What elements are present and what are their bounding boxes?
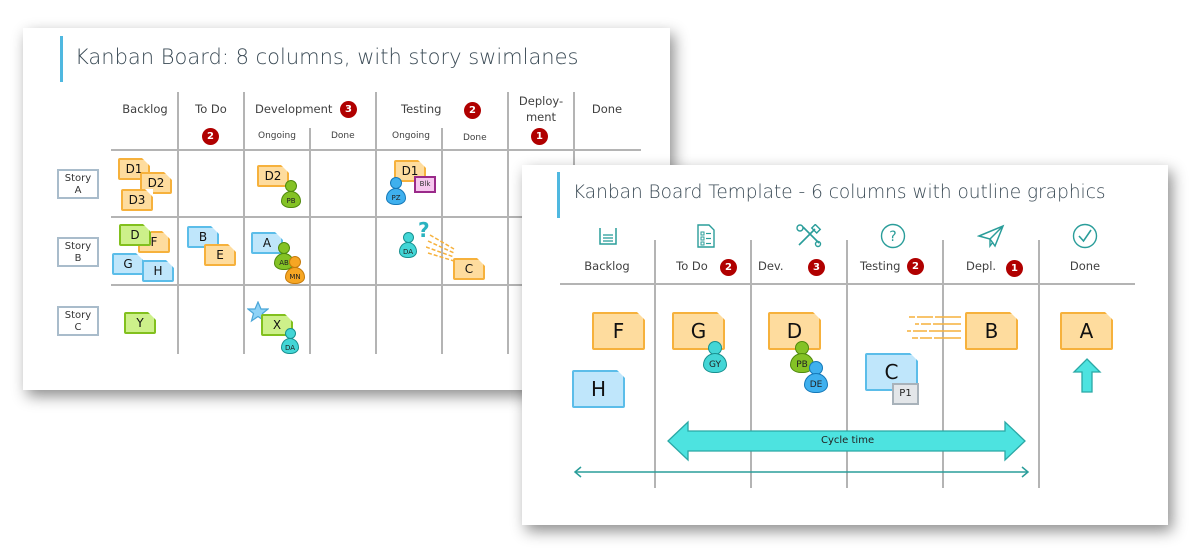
- subcolumn-done: Done: [331, 131, 355, 141]
- story-label: Story: [64, 173, 92, 184]
- column-header-deployment-line2: ment: [525, 110, 557, 124]
- owner-avatar: DE: [804, 361, 828, 393]
- checkmark-circle-icon: [1072, 223, 1098, 249]
- owner-avatar: GY: [703, 341, 727, 373]
- wip-limit-badge: 1: [1006, 260, 1023, 277]
- column-header-depl: Depl.: [966, 259, 997, 273]
- owner-avatar: DA: [399, 232, 417, 258]
- task-card[interactable]: H: [572, 370, 625, 408]
- swimlane-story-b[interactable]: Story B: [57, 237, 99, 267]
- column-header-done: Done: [591, 102, 623, 116]
- story-id: B: [74, 253, 82, 264]
- task-card[interactable]: Y: [124, 312, 156, 334]
- wip-limit-badge: 3: [808, 259, 825, 276]
- speed-lines-icon: [907, 316, 961, 339]
- column-divider: [507, 92, 509, 354]
- story-id: C: [74, 322, 82, 333]
- column-header-testing: Testing: [860, 259, 901, 273]
- column-divider: [243, 92, 245, 354]
- basket-icon: [599, 228, 617, 245]
- slide-title: Kanban Board: 8 columns, with story swim…: [75, 45, 579, 69]
- wip-limit-badge: 3: [340, 101, 357, 118]
- task-card[interactable]: D: [119, 224, 151, 246]
- subcolumn-ongoing: Ongoing: [258, 131, 296, 141]
- swimlane-story-a[interactable]: Story A: [57, 169, 99, 199]
- column-header-todo: To Do: [676, 259, 708, 273]
- subcolumn-ongoing: Ongoing: [392, 131, 430, 141]
- header-divider: [560, 283, 1135, 285]
- column-header-development: Development: [255, 102, 333, 116]
- story-label: Story: [64, 310, 92, 321]
- column-divider: [375, 92, 377, 354]
- svg-text:?: ?: [889, 229, 896, 245]
- task-card[interactable]: B: [965, 312, 1018, 350]
- wip-limit-badge: 2: [907, 258, 924, 275]
- owner-avatar: PB: [281, 180, 301, 208]
- lead-time-arrow: [573, 466, 1030, 478]
- task-card[interactable]: E: [204, 244, 236, 266]
- wip-limit-badge: 2: [464, 102, 481, 119]
- task-card[interactable]: F: [592, 312, 645, 350]
- owner-avatar: MN: [285, 256, 305, 284]
- task-card[interactable]: H: [142, 260, 174, 282]
- column-divider: [1038, 240, 1040, 488]
- task-card[interactable]: C: [453, 258, 485, 280]
- column-header-deployment-line1: Deploy-: [518, 94, 564, 108]
- swimlane-story-c[interactable]: Story C: [57, 306, 99, 336]
- column-header-backlog: Backlog: [122, 102, 168, 116]
- checklist-icon: [697, 224, 715, 248]
- column-divider: [309, 128, 311, 354]
- column-divider: [177, 92, 179, 354]
- column-header-todo: To Do: [195, 102, 227, 116]
- title-accent-bar: [557, 172, 560, 218]
- wip-limit-badge: 2: [720, 259, 737, 276]
- story-label: Story: [64, 241, 92, 252]
- owner-avatar: PZ: [386, 177, 406, 205]
- slide-title: Kanban Board Template - 6 columns with o…: [573, 182, 1106, 203]
- speed-lines-icon: [426, 234, 455, 262]
- column-divider: [654, 240, 656, 488]
- slide-kanban-6-columns: Kanban Board Template - 6 columns with o…: [522, 165, 1168, 525]
- cycle-time-label: Cycle time: [821, 435, 875, 446]
- owner-avatar: DA: [281, 328, 299, 354]
- paper-plane-icon: [977, 224, 1005, 248]
- wip-limit-badge: 2: [202, 128, 219, 145]
- blocker-tag: Blk: [414, 176, 436, 193]
- subcolumn-done: Done: [463, 133, 487, 143]
- story-id: A: [74, 185, 82, 196]
- up-arrow-icon: [1072, 358, 1102, 393]
- column-header-testing: Testing: [401, 102, 442, 116]
- header-divider: [111, 149, 641, 151]
- column-header-done: Done: [1069, 259, 1101, 273]
- question-icon: ?: [880, 223, 906, 249]
- task-card[interactable]: A: [1060, 312, 1113, 350]
- task-card[interactable]: G: [112, 253, 144, 275]
- column-header-backlog: Backlog: [584, 259, 630, 273]
- column-header-dev: Dev.: [758, 259, 784, 273]
- task-card[interactable]: D3: [121, 189, 153, 211]
- wip-limit-badge: 1: [531, 128, 548, 145]
- priority-tag: P1: [892, 383, 919, 405]
- tools-icon: [796, 224, 822, 248]
- title-accent-bar: [60, 36, 63, 82]
